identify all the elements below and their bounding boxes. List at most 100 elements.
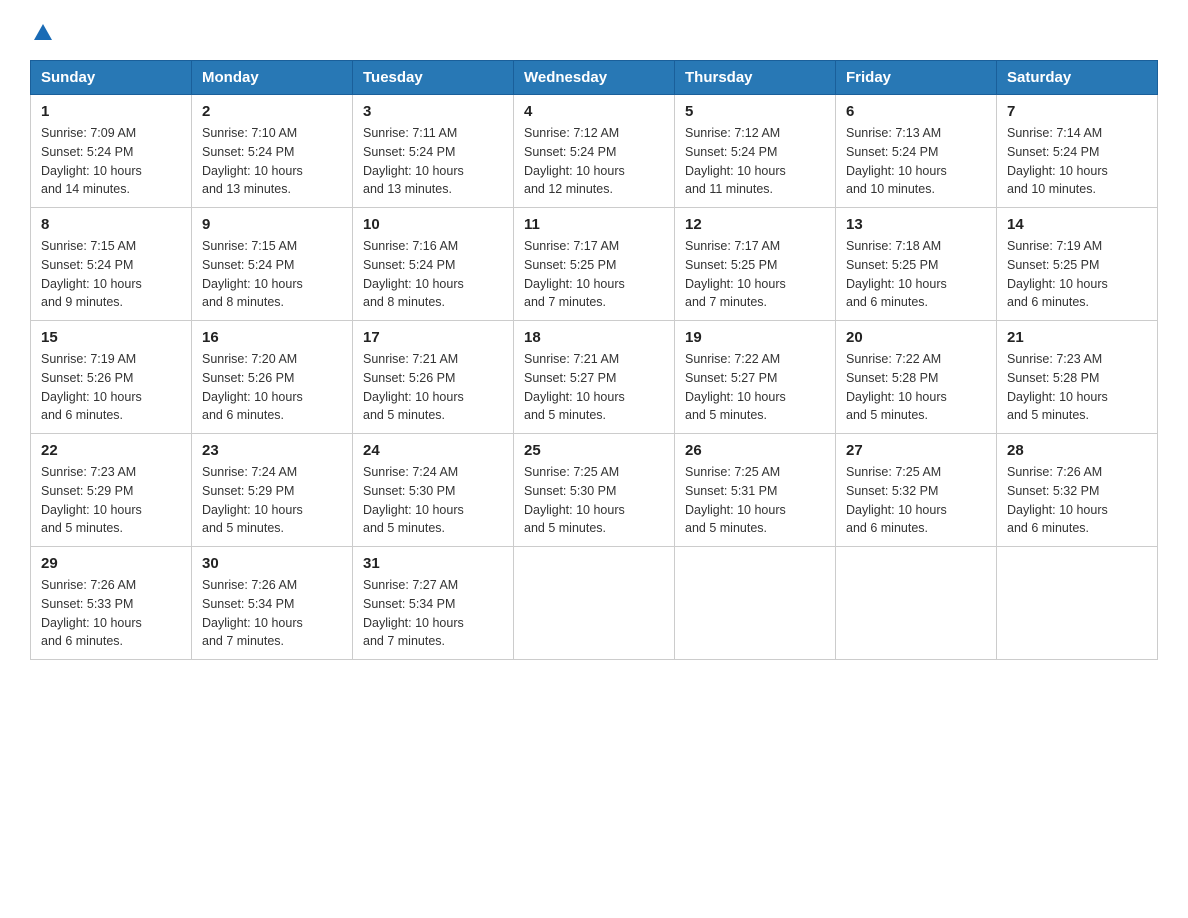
calendar-cell: 27 Sunrise: 7:25 AM Sunset: 5:32 PM Dayl… — [836, 434, 997, 547]
day-number: 30 — [202, 555, 342, 572]
day-number: 25 — [524, 442, 664, 459]
day-number: 8 — [41, 216, 181, 233]
calendar-cell: 25 Sunrise: 7:25 AM Sunset: 5:30 PM Dayl… — [514, 434, 675, 547]
day-info: Sunrise: 7:26 AM Sunset: 5:32 PM Dayligh… — [1007, 463, 1147, 538]
calendar-cell: 15 Sunrise: 7:19 AM Sunset: 5:26 PM Dayl… — [31, 321, 192, 434]
day-number: 24 — [363, 442, 503, 459]
day-number: 31 — [363, 555, 503, 572]
day-number: 5 — [685, 103, 825, 120]
day-number: 7 — [1007, 103, 1147, 120]
day-info: Sunrise: 7:25 AM Sunset: 5:30 PM Dayligh… — [524, 463, 664, 538]
day-info: Sunrise: 7:17 AM Sunset: 5:25 PM Dayligh… — [685, 237, 825, 312]
day-info: Sunrise: 7:27 AM Sunset: 5:34 PM Dayligh… — [363, 576, 503, 651]
day-number: 3 — [363, 103, 503, 120]
header-monday: Monday — [192, 61, 353, 95]
calendar-cell: 6 Sunrise: 7:13 AM Sunset: 5:24 PM Dayli… — [836, 95, 997, 208]
calendar-week-row: 29 Sunrise: 7:26 AM Sunset: 5:33 PM Dayl… — [31, 547, 1158, 660]
day-number: 11 — [524, 216, 664, 233]
day-info: Sunrise: 7:16 AM Sunset: 5:24 PM Dayligh… — [363, 237, 503, 312]
logo — [30, 20, 54, 40]
day-number: 20 — [846, 329, 986, 346]
day-number: 18 — [524, 329, 664, 346]
day-info: Sunrise: 7:15 AM Sunset: 5:24 PM Dayligh… — [41, 237, 181, 312]
day-info: Sunrise: 7:14 AM Sunset: 5:24 PM Dayligh… — [1007, 124, 1147, 199]
header-wednesday: Wednesday — [514, 61, 675, 95]
calendar-cell — [997, 547, 1158, 660]
calendar-cell: 19 Sunrise: 7:22 AM Sunset: 5:27 PM Dayl… — [675, 321, 836, 434]
day-info: Sunrise: 7:26 AM Sunset: 5:34 PM Dayligh… — [202, 576, 342, 651]
calendar-cell: 22 Sunrise: 7:23 AM Sunset: 5:29 PM Dayl… — [31, 434, 192, 547]
day-info: Sunrise: 7:21 AM Sunset: 5:26 PM Dayligh… — [363, 350, 503, 425]
day-number: 29 — [41, 555, 181, 572]
day-info: Sunrise: 7:21 AM Sunset: 5:27 PM Dayligh… — [524, 350, 664, 425]
day-info: Sunrise: 7:20 AM Sunset: 5:26 PM Dayligh… — [202, 350, 342, 425]
calendar-cell — [836, 547, 997, 660]
calendar-cell: 2 Sunrise: 7:10 AM Sunset: 5:24 PM Dayli… — [192, 95, 353, 208]
calendar-cell: 9 Sunrise: 7:15 AM Sunset: 5:24 PM Dayli… — [192, 208, 353, 321]
day-info: Sunrise: 7:23 AM Sunset: 5:29 PM Dayligh… — [41, 463, 181, 538]
day-number: 4 — [524, 103, 664, 120]
day-info: Sunrise: 7:24 AM Sunset: 5:29 PM Dayligh… — [202, 463, 342, 538]
day-info: Sunrise: 7:12 AM Sunset: 5:24 PM Dayligh… — [685, 124, 825, 199]
calendar-cell: 7 Sunrise: 7:14 AM Sunset: 5:24 PM Dayli… — [997, 95, 1158, 208]
calendar-cell: 17 Sunrise: 7:21 AM Sunset: 5:26 PM Dayl… — [353, 321, 514, 434]
day-info: Sunrise: 7:11 AM Sunset: 5:24 PM Dayligh… — [363, 124, 503, 199]
calendar-cell — [514, 547, 675, 660]
header-thursday: Thursday — [675, 61, 836, 95]
calendar-cell: 11 Sunrise: 7:17 AM Sunset: 5:25 PM Dayl… — [514, 208, 675, 321]
day-info: Sunrise: 7:09 AM Sunset: 5:24 PM Dayligh… — [41, 124, 181, 199]
day-info: Sunrise: 7:26 AM Sunset: 5:33 PM Dayligh… — [41, 576, 181, 651]
day-info: Sunrise: 7:22 AM Sunset: 5:28 PM Dayligh… — [846, 350, 986, 425]
calendar-cell: 26 Sunrise: 7:25 AM Sunset: 5:31 PM Dayl… — [675, 434, 836, 547]
calendar-week-row: 15 Sunrise: 7:19 AM Sunset: 5:26 PM Dayl… — [31, 321, 1158, 434]
day-info: Sunrise: 7:13 AM Sunset: 5:24 PM Dayligh… — [846, 124, 986, 199]
calendar-cell — [675, 547, 836, 660]
day-number: 19 — [685, 329, 825, 346]
day-info: Sunrise: 7:17 AM Sunset: 5:25 PM Dayligh… — [524, 237, 664, 312]
day-info: Sunrise: 7:19 AM Sunset: 5:25 PM Dayligh… — [1007, 237, 1147, 312]
calendar-cell: 13 Sunrise: 7:18 AM Sunset: 5:25 PM Dayl… — [836, 208, 997, 321]
calendar-cell: 3 Sunrise: 7:11 AM Sunset: 5:24 PM Dayli… — [353, 95, 514, 208]
day-number: 2 — [202, 103, 342, 120]
calendar-cell: 28 Sunrise: 7:26 AM Sunset: 5:32 PM Dayl… — [997, 434, 1158, 547]
calendar-cell: 16 Sunrise: 7:20 AM Sunset: 5:26 PM Dayl… — [192, 321, 353, 434]
calendar-cell: 29 Sunrise: 7:26 AM Sunset: 5:33 PM Dayl… — [31, 547, 192, 660]
calendar-cell: 31 Sunrise: 7:27 AM Sunset: 5:34 PM Dayl… — [353, 547, 514, 660]
calendar-cell: 24 Sunrise: 7:24 AM Sunset: 5:30 PM Dayl… — [353, 434, 514, 547]
header-tuesday: Tuesday — [353, 61, 514, 95]
calendar-cell: 10 Sunrise: 7:16 AM Sunset: 5:24 PM Dayl… — [353, 208, 514, 321]
calendar-cell: 5 Sunrise: 7:12 AM Sunset: 5:24 PM Dayli… — [675, 95, 836, 208]
day-info: Sunrise: 7:15 AM Sunset: 5:24 PM Dayligh… — [202, 237, 342, 312]
day-info: Sunrise: 7:24 AM Sunset: 5:30 PM Dayligh… — [363, 463, 503, 538]
day-info: Sunrise: 7:19 AM Sunset: 5:26 PM Dayligh… — [41, 350, 181, 425]
calendar-week-row: 8 Sunrise: 7:15 AM Sunset: 5:24 PM Dayli… — [31, 208, 1158, 321]
logo-triangle-icon — [32, 22, 54, 44]
calendar-cell: 18 Sunrise: 7:21 AM Sunset: 5:27 PM Dayl… — [514, 321, 675, 434]
calendar-week-row: 1 Sunrise: 7:09 AM Sunset: 5:24 PM Dayli… — [31, 95, 1158, 208]
weekday-header-row: Sunday Monday Tuesday Wednesday Thursday… — [31, 61, 1158, 95]
day-info: Sunrise: 7:25 AM Sunset: 5:32 PM Dayligh… — [846, 463, 986, 538]
day-number: 26 — [685, 442, 825, 459]
calendar-cell: 12 Sunrise: 7:17 AM Sunset: 5:25 PM Dayl… — [675, 208, 836, 321]
calendar-cell: 20 Sunrise: 7:22 AM Sunset: 5:28 PM Dayl… — [836, 321, 997, 434]
day-number: 15 — [41, 329, 181, 346]
calendar-body: 1 Sunrise: 7:09 AM Sunset: 5:24 PM Dayli… — [31, 95, 1158, 660]
day-number: 27 — [846, 442, 986, 459]
day-number: 28 — [1007, 442, 1147, 459]
day-number: 23 — [202, 442, 342, 459]
calendar-cell: 30 Sunrise: 7:26 AM Sunset: 5:34 PM Dayl… — [192, 547, 353, 660]
day-info: Sunrise: 7:25 AM Sunset: 5:31 PM Dayligh… — [685, 463, 825, 538]
day-info: Sunrise: 7:10 AM Sunset: 5:24 PM Dayligh… — [202, 124, 342, 199]
day-number: 10 — [363, 216, 503, 233]
day-number: 17 — [363, 329, 503, 346]
calendar-cell: 4 Sunrise: 7:12 AM Sunset: 5:24 PM Dayli… — [514, 95, 675, 208]
day-number: 13 — [846, 216, 986, 233]
calendar-cell: 21 Sunrise: 7:23 AM Sunset: 5:28 PM Dayl… — [997, 321, 1158, 434]
day-number: 12 — [685, 216, 825, 233]
day-number: 22 — [41, 442, 181, 459]
day-number: 16 — [202, 329, 342, 346]
calendar-cell: 23 Sunrise: 7:24 AM Sunset: 5:29 PM Dayl… — [192, 434, 353, 547]
day-info: Sunrise: 7:23 AM Sunset: 5:28 PM Dayligh… — [1007, 350, 1147, 425]
calendar-week-row: 22 Sunrise: 7:23 AM Sunset: 5:29 PM Dayl… — [31, 434, 1158, 547]
calendar-cell: 14 Sunrise: 7:19 AM Sunset: 5:25 PM Dayl… — [997, 208, 1158, 321]
